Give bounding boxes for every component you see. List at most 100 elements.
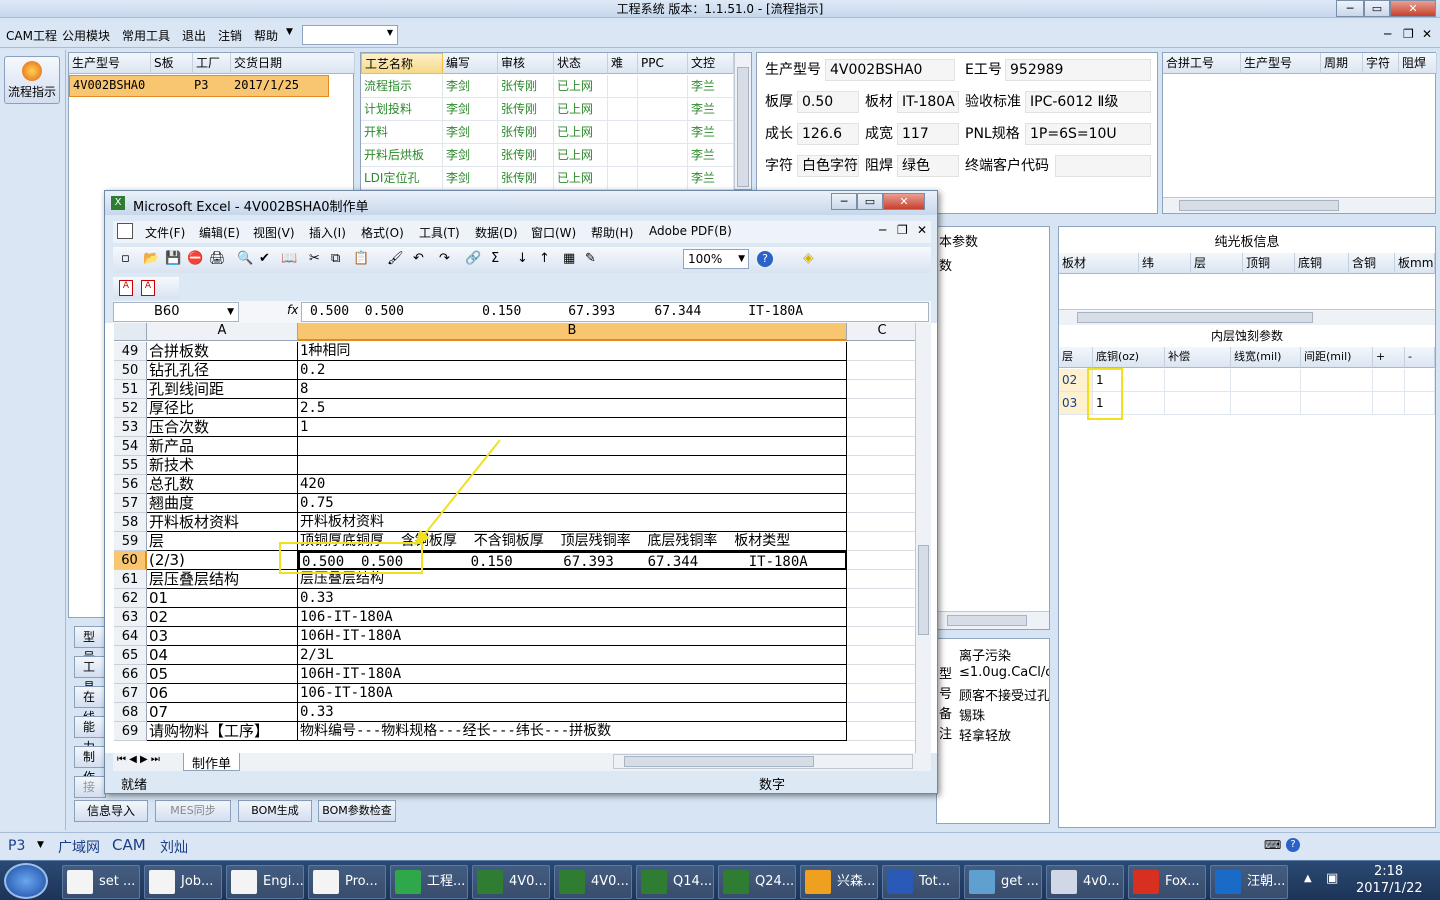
taskbar-item[interactable]: Fox... (1128, 865, 1206, 899)
process-cell[interactable]: 张传刚 (498, 167, 554, 190)
process-cell[interactable] (608, 144, 638, 167)
excel-min-button[interactable]: ─ (831, 193, 857, 210)
maximize-button[interactable]: ▭ (1364, 0, 1390, 17)
vscroll[interactable] (915, 323, 931, 753)
save-icon[interactable]: 💾 (165, 251, 181, 266)
hyperlink-icon[interactable]: 🔗 (465, 251, 481, 266)
excel-max-button[interactable]: ▭ (857, 193, 883, 210)
process-cell[interactable]: 已上网 (554, 144, 608, 167)
excel-close-button[interactable]: ✕ (883, 193, 925, 210)
excel-menu-item[interactable]: 帮助(H) (591, 224, 633, 241)
cell-a[interactable]: 02 (147, 608, 298, 627)
cell-b[interactable]: 开料板材资料 (298, 513, 847, 532)
excel-menu-item[interactable]: 格式(O) (361, 224, 404, 241)
process-cell[interactable]: 李剑 (443, 98, 498, 121)
process-cell[interactable]: LDI定位孔 (361, 167, 443, 190)
menu-public[interactable]: 公用模块 (62, 27, 110, 44)
mdi-min-icon[interactable]: ─ (1384, 27, 1391, 41)
fill-color-icon[interactable]: ◈ (803, 250, 814, 266)
status-factory[interactable]: P3 (8, 838, 25, 854)
menu-tools[interactable]: 常用工具 (122, 27, 170, 44)
tray-help-icon[interactable]: ? (1286, 838, 1300, 852)
menu-cam[interactable]: CAM工程 (6, 27, 57, 44)
taskbar-item[interactable]: Q14... (636, 865, 714, 899)
inner-empty-cell[interactable] (1165, 369, 1231, 392)
info-import-button[interactable]: 信息导入 (74, 800, 148, 822)
process-cell[interactable]: 张传刚 (498, 98, 554, 121)
cell-c[interactable] (847, 361, 917, 380)
process-cell[interactable]: 李剑 (443, 144, 498, 167)
pure-hscroll[interactable] (1059, 309, 1435, 325)
cell-a[interactable]: 新技术 (147, 456, 298, 475)
process-cell[interactable]: 李兰 (688, 121, 734, 144)
mdi-restore-icon[interactable]: ❐ (1403, 27, 1414, 41)
menu-combo[interactable]: ▼ (302, 25, 398, 45)
process-cell[interactable] (638, 121, 688, 144)
process-cell[interactable]: 李兰 (688, 98, 734, 121)
fx-icon[interactable]: fx (287, 303, 298, 317)
process-cell[interactable]: 张传刚 (498, 144, 554, 167)
taskbar-item[interactable]: set ... (62, 865, 140, 899)
inner-empty-cell[interactable] (1231, 369, 1301, 392)
excel-menu-item[interactable]: 工具(T) (419, 224, 460, 241)
left-tab-button[interactable]: 接外 (74, 776, 106, 814)
taskbar-item[interactable]: 4V0... (472, 865, 550, 899)
corner-cell[interactable] (114, 323, 147, 341)
cell-c[interactable] (847, 456, 917, 475)
row-header[interactable]: 55 (114, 456, 147, 475)
process-cell[interactable] (638, 98, 688, 121)
inner-empty-cell[interactable] (1301, 392, 1373, 415)
process-cell[interactable]: 已上网 (554, 98, 608, 121)
process-cell[interactable]: 计划投料 (361, 98, 443, 121)
cell-c[interactable] (847, 722, 917, 741)
proc-scrollbar[interactable] (734, 53, 751, 189)
help-icon[interactable]: ? (757, 251, 773, 267)
cell-b[interactable]: 8 (298, 380, 847, 399)
row-header[interactable]: 53 (114, 418, 147, 437)
taskbar-item[interactable]: Engi... (226, 865, 304, 899)
row-header[interactable]: 68 (114, 703, 147, 722)
process-cell[interactable]: 流程指示 (361, 75, 443, 98)
process-cell[interactable]: 开料后烘板 (361, 144, 443, 167)
flow-button[interactable]: 流程指示 (4, 56, 60, 104)
inner-empty-cell[interactable] (1165, 392, 1231, 415)
std-field[interactable]: IPC-6012 Ⅱ级 (1025, 91, 1151, 113)
cell-c[interactable] (847, 380, 917, 399)
left-tab-button[interactable]: 在线 (74, 686, 106, 724)
eno-field[interactable]: 952989 (1005, 59, 1151, 81)
process-cell[interactable]: 李兰 (688, 75, 734, 98)
process-cell[interactable] (638, 167, 688, 190)
process-cell[interactable]: 李兰 (688, 144, 734, 167)
cell-c[interactable] (847, 342, 917, 361)
cell-b[interactable]: 2/3L (298, 646, 847, 665)
row-header[interactable]: 67 (114, 684, 147, 703)
excel-menu-item[interactable]: 视图(V) (253, 224, 295, 241)
process-cell[interactable]: 张传刚 (498, 121, 554, 144)
status-factory-arrow-icon[interactable]: ▼ (37, 840, 44, 850)
menu-dropdown-arrow[interactable]: ▼ (286, 27, 293, 37)
mask-field[interactable]: 绿色 (897, 155, 959, 177)
cell-b[interactable]: 106H-IT-180A (298, 665, 847, 684)
spelling-icon[interactable]: ✔ (259, 251, 270, 266)
print-icon[interactable]: 🖨 (209, 251, 226, 266)
pnl-field[interactable]: 1P=6S=10U (1025, 123, 1151, 145)
menu-exit[interactable]: 退出 (182, 27, 206, 44)
cell-b[interactable]: 2.5 (298, 399, 847, 418)
cell-a[interactable]: 层压叠层结构 (147, 570, 298, 589)
col-header-a[interactable]: A (147, 323, 298, 341)
row-header[interactable]: 50 (114, 361, 147, 380)
cell-a[interactable]: 总孔数 (147, 475, 298, 494)
cell-a[interactable]: 压合次数 (147, 418, 298, 437)
new-icon[interactable]: ▫ (121, 251, 130, 266)
process-cell[interactable] (608, 98, 638, 121)
process-cell[interactable] (608, 75, 638, 98)
cell-a[interactable]: 01 (147, 589, 298, 608)
excel-doc-min-icon[interactable]: ─ (879, 223, 886, 237)
cell-a[interactable]: 07 (147, 703, 298, 722)
open-icon[interactable]: 📂 (143, 251, 159, 266)
jobs-row[interactable]: 4V002BSHA0 P3 2017/1/25 (69, 75, 329, 97)
process-cell[interactable]: 李剑 (443, 121, 498, 144)
cell-b[interactable] (298, 437, 847, 456)
process-cell[interactable] (638, 75, 688, 98)
permission-icon[interactable]: ⛔ (187, 251, 203, 266)
